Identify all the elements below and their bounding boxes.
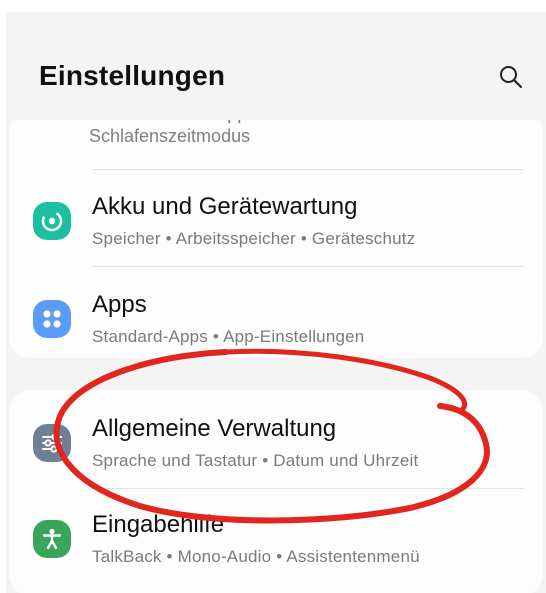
divider [92, 488, 524, 489]
search-button[interactable] [496, 62, 526, 92]
settings-item-allgemeine-verwaltung[interactable]: Allgemeine Verwaltung Sprache und Tastat… [6, 402, 546, 488]
accessibility-icon [33, 520, 71, 558]
settings-item-title: Eingabehilfe [92, 511, 225, 538]
settings-screen: Einstellungen Bildschirmzeit • App-Timer… [6, 12, 546, 593]
divider [92, 169, 524, 170]
search-icon [500, 66, 523, 89]
apps-icon [33, 300, 71, 338]
settings-item-subtitle: Schlafenszeitmodus [89, 126, 251, 146]
device-care-icon [33, 202, 71, 240]
settings-item-subtitle: Speicher • Arbeitsspeicher • Geräteschut… [92, 229, 416, 248]
settings-item-subtitle: TalkBack • Mono-Audio • Assistentenmenü [92, 547, 420, 566]
settings-item-apps[interactable]: Apps Standard-Apps • App-Einstellungen [6, 278, 546, 364]
app-bar: Einstellungen [6, 12, 546, 120]
settings-item-title: Akku und Gerätewartung [92, 193, 358, 220]
settings-item-akku[interactable]: Akku und Gerätewartung Speicher • Arbeit… [6, 180, 546, 266]
settings-item-title: Allgemeine Verwaltung [92, 415, 337, 442]
page-title: Einstellungen [39, 60, 226, 91]
settings-item-subtitle: Sprache und Tastatur • Datum und Uhrzeit [92, 451, 419, 470]
sliders-icon [33, 424, 71, 462]
settings-item-eingabehilfe[interactable]: Eingabehilfe TalkBack • Mono-Audio • Ass… [6, 498, 546, 584]
settings-item-subtitle: Standard-Apps • App-Einstellungen [92, 327, 365, 346]
divider [92, 266, 524, 267]
settings-item-title: Apps [92, 291, 147, 318]
